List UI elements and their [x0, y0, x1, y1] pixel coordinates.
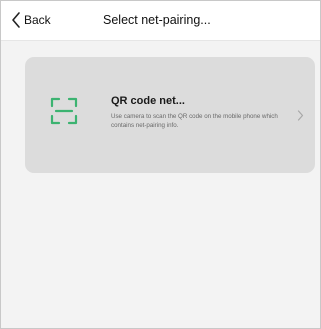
back-label: Back: [24, 13, 51, 27]
chevron-left-icon: [12, 12, 20, 28]
chevron-right-icon: [297, 110, 304, 121]
app-frame: Back Select net-pairing... QR code net..…: [0, 0, 321, 329]
main-content: QR code net... Use camera to scan the QR…: [1, 41, 320, 328]
qr-code-net-option[interactable]: QR code net... Use camera to scan the QR…: [25, 57, 315, 173]
navigation-bar: Back Select net-pairing...: [1, 1, 320, 41]
qr-scan-icon: [50, 97, 78, 125]
page-title: Select net-pairing...: [103, 13, 211, 27]
option-description: Use camera to scan the QR code on the mo…: [111, 113, 278, 129]
back-button[interactable]: Back: [10, 10, 51, 30]
option-title: QR code net...: [111, 95, 185, 107]
